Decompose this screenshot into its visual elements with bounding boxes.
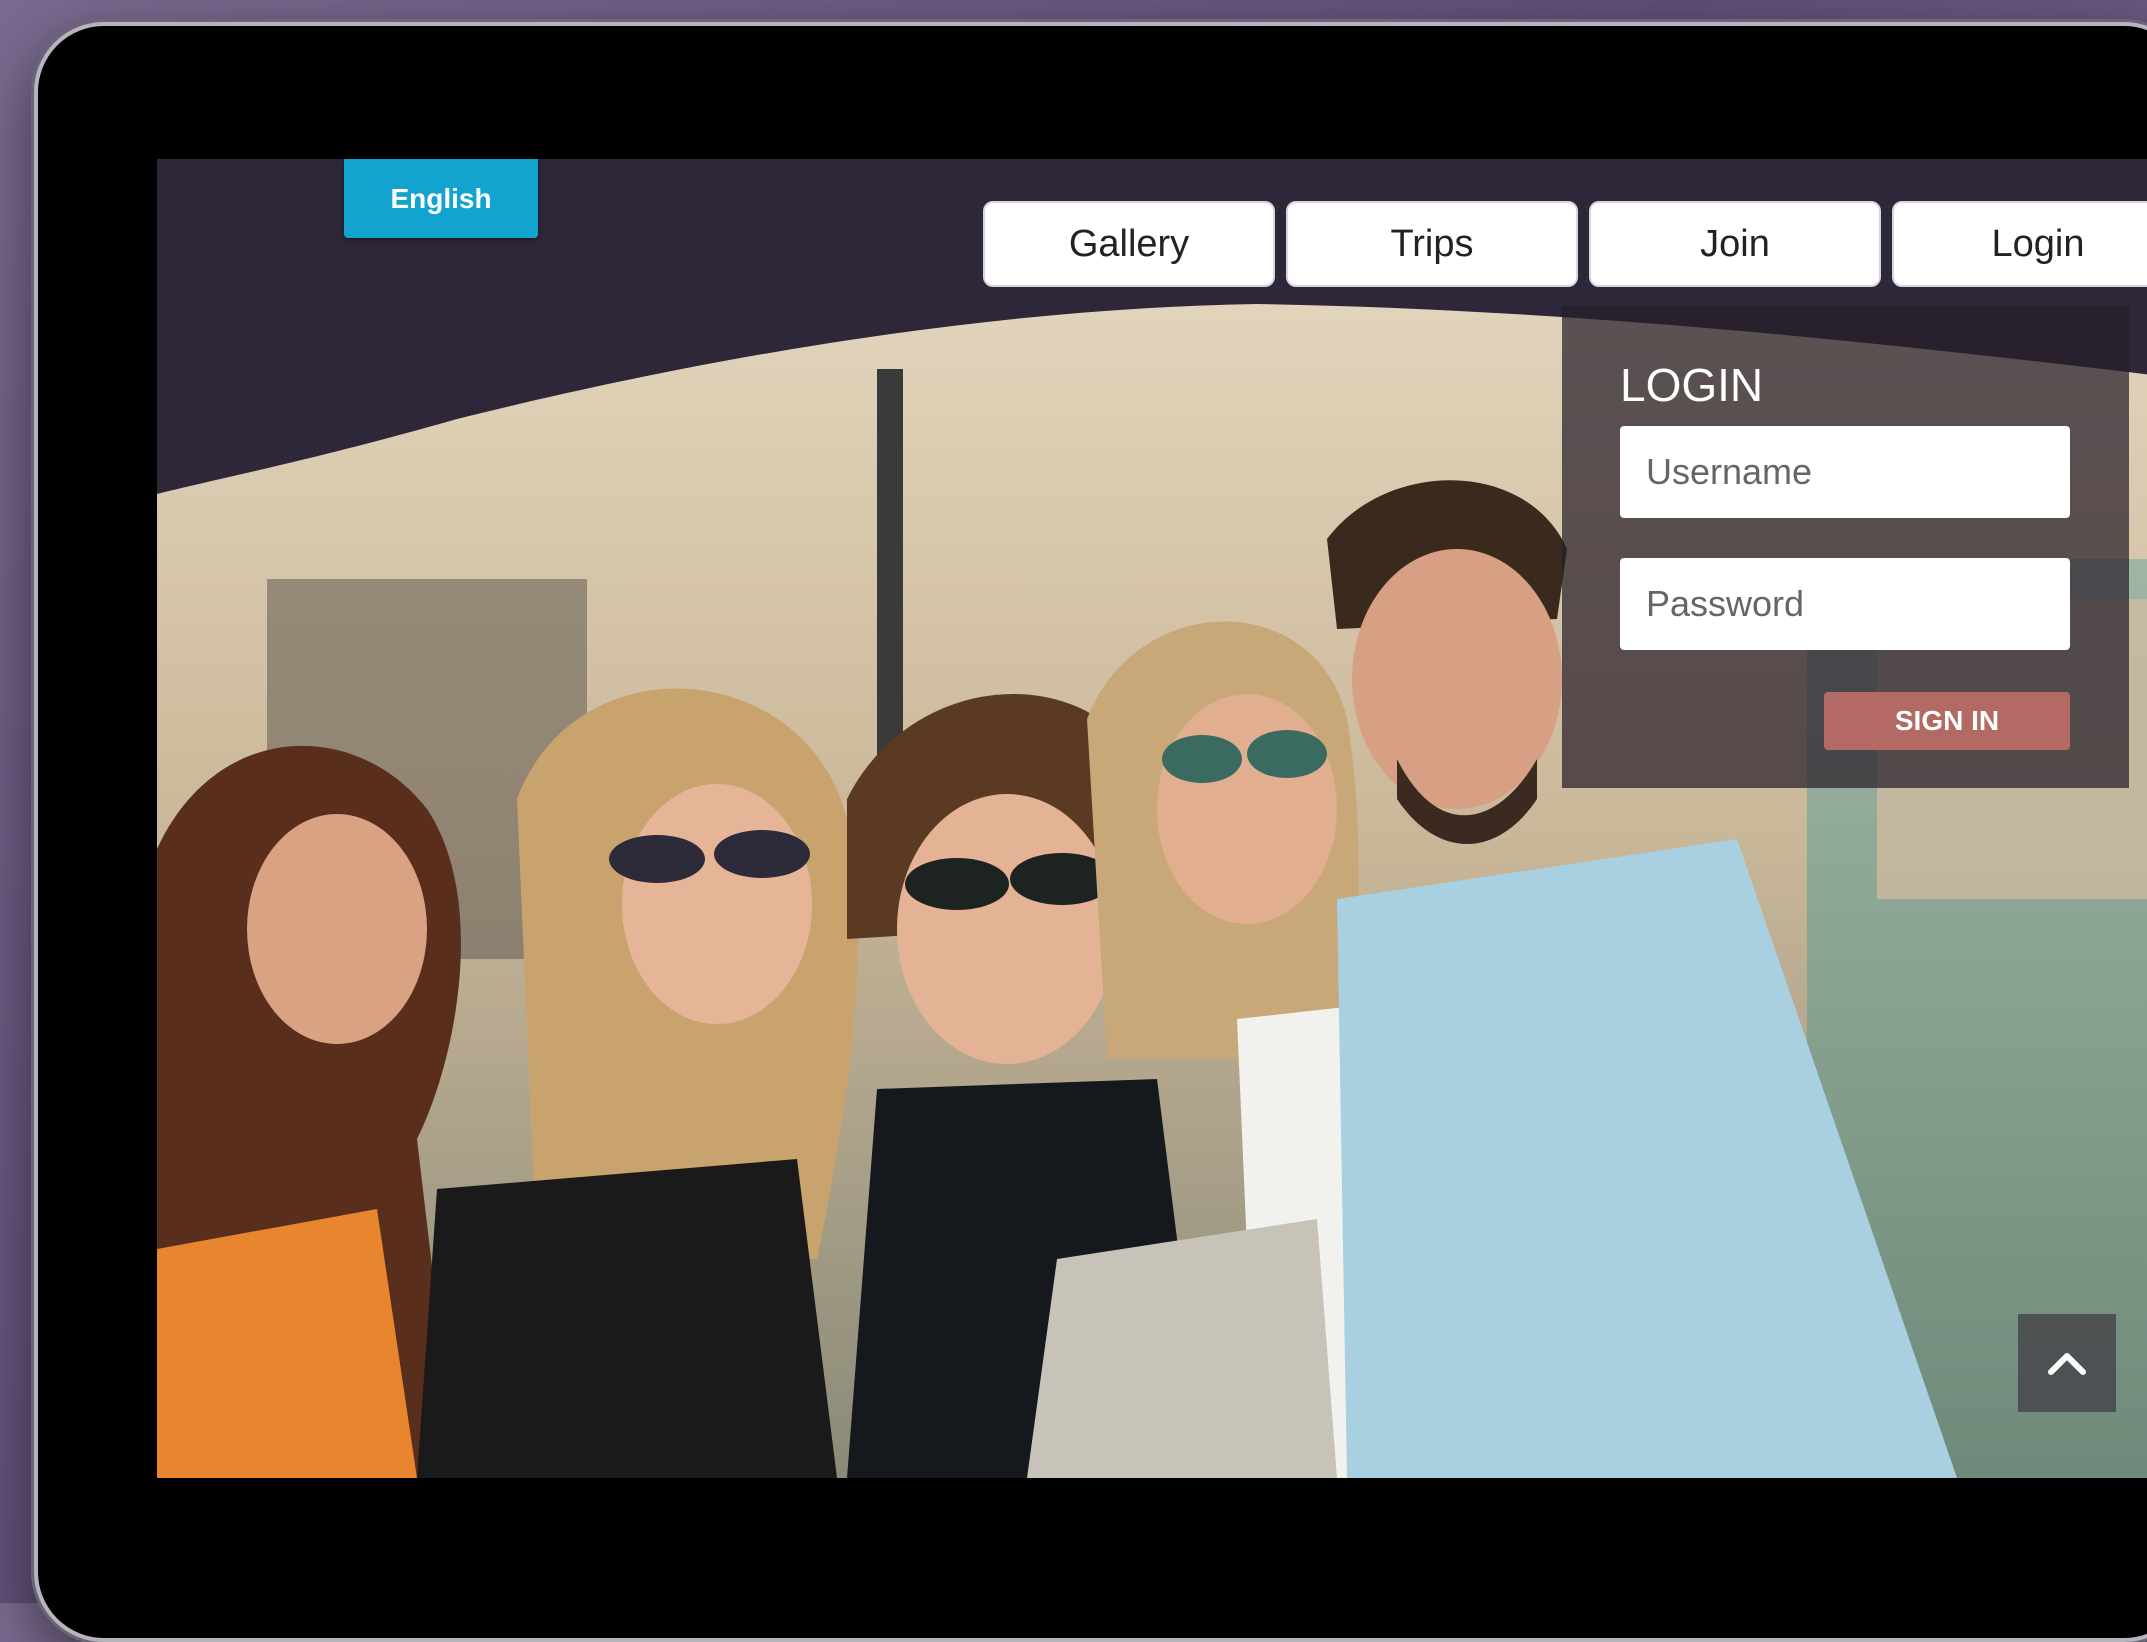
nav-gallery-button[interactable]: Gallery [983,201,1275,287]
tablet-frame: English Gallery Trips Join Login LOGIN S… [34,22,2147,1642]
nav-trips-button[interactable]: Trips [1286,201,1578,287]
main-nav: Gallery Trips Join Login [983,201,2147,287]
username-input[interactable] [1620,426,2070,518]
login-panel: LOGIN SIGN IN [1562,306,2129,788]
chevron-up-icon [2048,1353,2086,1375]
password-input[interactable] [1620,558,2070,650]
scroll-to-top-button[interactable] [2018,1314,2116,1412]
nav-join-button[interactable]: Join [1589,201,1881,287]
language-button[interactable]: English [344,159,538,238]
login-title: LOGIN [1620,359,1764,411]
website-screen: English Gallery Trips Join Login LOGIN S… [157,159,2147,1478]
sign-in-button[interactable]: SIGN IN [1824,692,2070,750]
nav-login-button[interactable]: Login [1892,201,2147,287]
